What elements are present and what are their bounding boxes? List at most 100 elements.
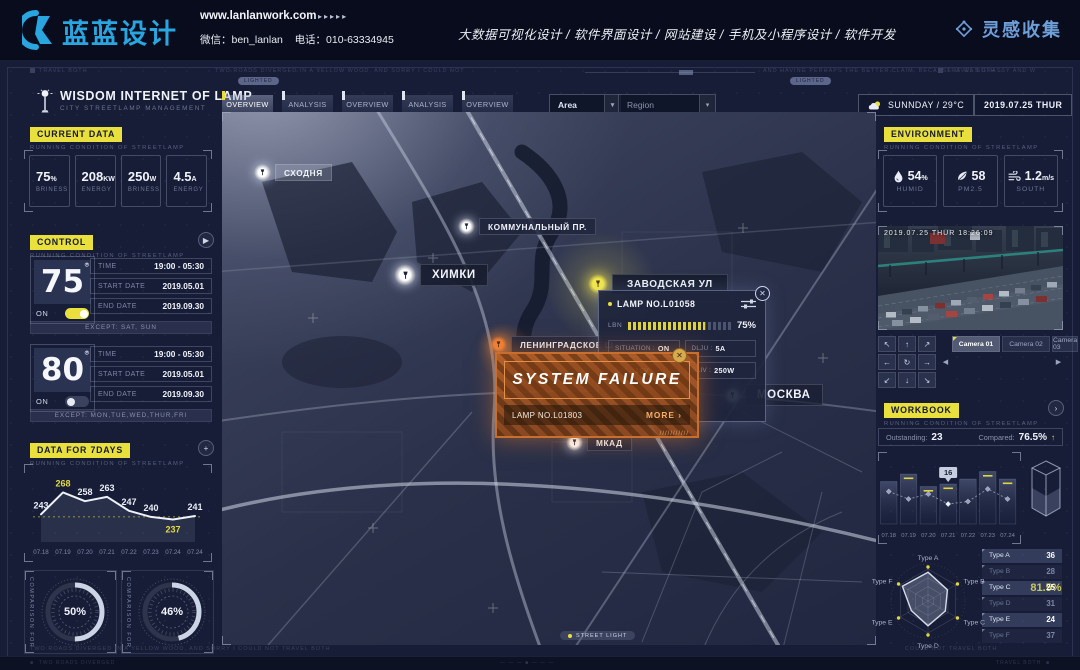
start-date-row-1[interactable]: START DATE2019.05.01 xyxy=(90,278,212,294)
schedule-toggle-1[interactable] xyxy=(65,308,89,319)
lamp-pin-icon xyxy=(394,264,416,286)
svg-text:07.21: 07.21 xyxy=(941,533,956,539)
outstanding-label: Outstanding: xyxy=(886,433,927,442)
lamp-dot-icon xyxy=(568,634,572,638)
decor-text: TRAVEL BOTH xyxy=(938,68,996,74)
lanlan-logo-icon xyxy=(22,10,58,50)
reset-view-button[interactable]: ↻ xyxy=(898,354,916,370)
type-row-f[interactable]: Type F37 xyxy=(982,629,1062,643)
camera-next-arrow[interactable]: ▶ xyxy=(1054,354,1063,370)
svg-text:07.24: 07.24 xyxy=(1000,533,1015,539)
environment-cards: 54% HUMID 58 PM2.5 1.2m/s SOUTH xyxy=(878,150,1063,212)
wind-icon xyxy=(1008,171,1021,182)
failure-title: SYSTEM FAILURE xyxy=(504,361,690,399)
sliders-icon[interactable] xyxy=(741,299,756,309)
svg-text:258: 258 xyxy=(77,487,92,497)
camera-list: Camera 01 Camera 02 Camera 03 Camera 04 … xyxy=(952,336,1080,352)
env-card-pm25: 58 PM2.5 xyxy=(943,155,997,207)
type-row-d[interactable]: Type D31 xyxy=(982,597,1062,611)
system-failure-popup: ✕ SYSTEM FAILURE LAMP NO.L01803 MORE › /… xyxy=(495,352,699,438)
comparison-gauge-box-1: COMPARISON FOR 50% xyxy=(24,570,117,654)
environment-badge: ENVIRONMENT xyxy=(884,127,972,142)
cube-graphic xyxy=(1026,458,1066,524)
gauge-value: 50% xyxy=(37,574,113,650)
logo-text: 蓝蓝设计 xyxy=(62,12,178,51)
svg-text:268: 268 xyxy=(55,478,70,488)
traffic-scene xyxy=(878,226,1063,330)
camera-02-button[interactable]: Camera 02 xyxy=(1002,336,1050,352)
svg-text:07.18: 07.18 xyxy=(881,533,896,539)
svg-text:Type F: Type F xyxy=(872,579,892,586)
svg-text:243: 243 xyxy=(33,500,48,510)
pan-up-right-button[interactable]: ↗ xyxy=(918,336,936,352)
weather-label: SUNNDAY / 29°C xyxy=(888,100,964,110)
decor-text: TRAVEL BOTH xyxy=(30,68,88,74)
contact-line: 微信：ben_lanlan 电话：010-63334945 xyxy=(200,32,394,47)
lamp-pin-icon xyxy=(458,218,475,235)
pan-up-left-button[interactable]: ↖ xyxy=(878,336,896,352)
pan-up-button[interactable]: ↑ xyxy=(898,336,916,352)
svg-text:07.22: 07.22 xyxy=(121,549,137,556)
comparison-gauge-2: 46% xyxy=(134,574,210,650)
comparison-gauge-1: 50% xyxy=(37,574,113,650)
map-pin-kommunalny[interactable]: КОММУНАЛЬНЫЙ ПР. xyxy=(458,218,596,235)
svg-text:07.19: 07.19 xyxy=(901,533,916,539)
streetlamp-icon xyxy=(36,88,54,114)
city-map[interactable]: СХОДНЯ КОММУНАЛЬНЫЙ ПР. ХИМКИ ЗАВОДСКАЯ … xyxy=(222,112,876,645)
bulb-icon: ⌾ xyxy=(85,349,89,358)
svg-text:07.19: 07.19 xyxy=(55,549,71,556)
type-row-b[interactable]: Type B28 xyxy=(982,565,1062,579)
svg-text:07.23: 07.23 xyxy=(980,533,995,539)
pan-right-button[interactable]: → xyxy=(918,354,936,370)
current-data-header: CURRENT DATA RUNNING CONDITION OF STREET… xyxy=(30,124,185,151)
page-subtitle: CITY STREETLAMP MANAGEMENT xyxy=(60,105,206,112)
close-icon[interactable]: ✕ xyxy=(755,286,770,301)
start-date-row-2[interactable]: START DATE2019.05.01 xyxy=(90,366,212,382)
camera-timestamp: 2019.07.25 THUR 18:26:09 xyxy=(884,230,994,237)
more-button[interactable]: MORE › xyxy=(646,410,682,420)
workbook-subtitle: RUNNING CONDITION OF STREETLAMP xyxy=(884,421,1039,427)
type-radar-chart: Type AType BType CType DType EType F xyxy=(872,546,986,654)
lbn-bar-row: LBN 75% xyxy=(608,320,756,331)
pan-down-left-button[interactable]: ↙ xyxy=(878,372,896,388)
type-row-e[interactable]: Type E24 xyxy=(982,613,1062,627)
pan-down-right-button[interactable]: ↘ xyxy=(918,372,936,388)
camera-prev-arrow[interactable]: ◀ xyxy=(941,354,950,370)
stat-card-briness: 75% BRINESS xyxy=(29,155,70,207)
lbn-label: LBN xyxy=(608,322,622,329)
comparison-label: COMPARISON FOR xyxy=(125,577,131,648)
map-pin-khimki[interactable]: ХИМКИ xyxy=(394,264,488,286)
svg-text:16: 16 xyxy=(944,468,952,477)
control-header: CONTROL RUNNING CONDITION OF STREETLAMP xyxy=(30,232,185,259)
pan-down-button[interactable]: ↓ xyxy=(898,372,916,388)
type-row-a[interactable]: Type A36 xyxy=(982,549,1062,563)
map-pin-skhodnya[interactable]: СХОДНЯ xyxy=(254,164,332,181)
bulb-icon: ⌾ xyxy=(85,261,89,270)
end-date-row-2[interactable]: END DATE2019.09.30 xyxy=(90,386,212,402)
svg-text:07.22: 07.22 xyxy=(961,533,976,539)
street-light-chip: STREET LIGHT xyxy=(560,631,635,640)
camera-dpad: ↖ ↑ ↗ ← ↻ → ↙ ↓ ↘ xyxy=(878,336,936,388)
workbook-expand-button[interactable]: › xyxy=(1048,400,1064,416)
svg-text:07.24: 07.24 xyxy=(165,549,181,556)
website-url[interactable]: www.lanlanwork.com xyxy=(200,10,317,22)
inspiration-collect[interactable]: 灵感收集 xyxy=(953,16,1062,42)
control-expand-button[interactable]: ▶ xyxy=(198,232,214,248)
end-date-row-1[interactable]: END DATE2019.09.30 xyxy=(90,298,212,314)
data7days-add-button[interactable]: + xyxy=(198,440,214,456)
close-icon[interactable]: ✕ xyxy=(672,348,687,363)
pan-left-button[interactable]: ← xyxy=(878,354,896,370)
stat-card-energy-kw: 208KW ENERGY xyxy=(75,155,116,207)
environment-header: ENVIRONMENT RUNNING CONDITION OF STREETL… xyxy=(884,124,1039,151)
svg-text:07.20: 07.20 xyxy=(77,549,93,556)
workbook-badge: WORKBOOK xyxy=(884,403,959,418)
schedule-toggle-2[interactable] xyxy=(65,396,89,407)
camera-03-button[interactable]: Camera 03 xyxy=(1052,336,1078,352)
camera-01-button[interactable]: Camera 01 xyxy=(952,336,1000,352)
hazard-stripes: /////////// xyxy=(660,431,689,437)
camera-feed[interactable]: 2019.07.25 THUR 18:26:09 xyxy=(878,226,1063,330)
svg-text:Type A: Type A xyxy=(918,555,939,562)
type-row-c[interactable]: Type C25 xyxy=(982,581,1062,595)
dashboard: TRAVEL BOTH TWO ROADS DIVERGED IN A YELL… xyxy=(0,60,1080,670)
on-label: ON xyxy=(36,397,48,406)
